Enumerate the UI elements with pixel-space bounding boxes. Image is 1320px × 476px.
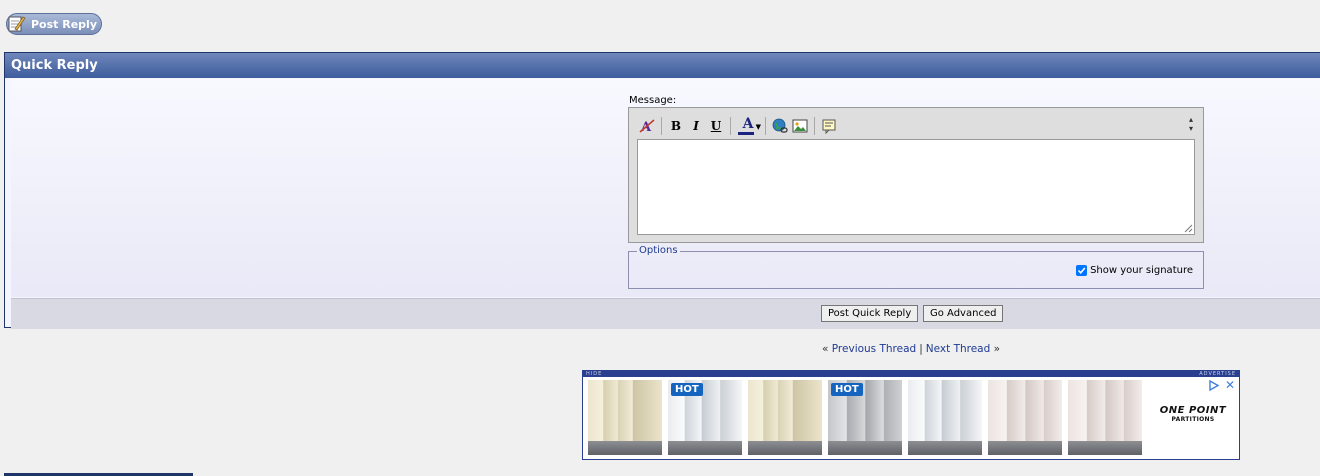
message-label: Message: bbox=[629, 95, 677, 106]
ad-product-image[interactable]: HOT bbox=[668, 380, 742, 455]
toolbar-divider bbox=[765, 117, 766, 135]
quick-reply-body: Message: A B I U A ▼ bbox=[11, 79, 1320, 297]
ad-logo-line2: PARTITIONS bbox=[1171, 416, 1215, 423]
post-reply-label: Post Reply bbox=[31, 17, 97, 31]
ad-image-floor bbox=[908, 441, 982, 455]
ad-product-image[interactable] bbox=[988, 380, 1062, 455]
ad-product-image[interactable] bbox=[748, 380, 822, 455]
toolbar-divider bbox=[661, 117, 662, 135]
post-quick-reply-button[interactable]: Post Quick Reply bbox=[821, 305, 919, 322]
post-reply-button[interactable]: Post Reply bbox=[6, 13, 102, 35]
previous-arrows: « bbox=[822, 343, 829, 355]
font-color-button[interactable]: A ▼ bbox=[735, 116, 761, 136]
resize-grip-icon[interactable] bbox=[1184, 224, 1193, 233]
ad-image-floor bbox=[828, 441, 902, 455]
ad-choices[interactable]: ✕ bbox=[1209, 379, 1235, 391]
toolbar-divider bbox=[814, 117, 815, 135]
ad-choices-icon[interactable] bbox=[1209, 379, 1219, 391]
nav-separator: | bbox=[919, 343, 923, 355]
ad-tiles: HOT HOT bbox=[588, 380, 1142, 455]
next-arrows: » bbox=[993, 343, 1001, 355]
ad-image-floor bbox=[668, 441, 742, 455]
remove-format-icon[interactable]: A bbox=[637, 116, 657, 136]
show-signature-checkbox[interactable] bbox=[1076, 265, 1088, 276]
hot-badge: HOT bbox=[671, 383, 703, 396]
ad-logo[interactable]: ONE POINT PARTITIONS bbox=[1155, 405, 1231, 423]
go-advanced-button[interactable]: Go Advanced bbox=[923, 305, 1004, 322]
options-fieldset: Options Show your signature bbox=[628, 245, 1204, 289]
ad-product-image[interactable] bbox=[908, 380, 982, 455]
close-icon[interactable]: ✕ bbox=[1225, 379, 1235, 391]
ad-banner[interactable]: HIDE ADVERTISE HOT HOT ONE POINT PARTITIO… bbox=[582, 370, 1240, 460]
show-signature-label: Show your signature bbox=[1090, 265, 1193, 276]
ad-topbar: HIDE ADVERTISE bbox=[583, 371, 1239, 377]
message-textarea[interactable] bbox=[637, 139, 1195, 235]
thread-navigation: « Previous Thread | Next Thread » bbox=[822, 343, 1000, 355]
quick-reply-footer: Post Quick Reply Go Advanced bbox=[11, 298, 1320, 329]
ad-advertise-link[interactable]: ADVERTISE bbox=[1199, 371, 1236, 377]
editor-toolbar: A B I U A ▼ bbox=[637, 114, 839, 138]
next-thread-link[interactable]: Next Thread bbox=[926, 343, 991, 355]
font-color-icon: A bbox=[742, 116, 754, 132]
ad-image-floor bbox=[988, 441, 1062, 455]
italic-button[interactable]: I bbox=[686, 116, 706, 136]
ad-product-image[interactable]: HOT bbox=[828, 380, 902, 455]
previous-thread-link[interactable]: Previous Thread bbox=[832, 343, 916, 355]
insert-quote-icon[interactable] bbox=[819, 116, 839, 136]
ad-product-image[interactable] bbox=[588, 380, 662, 455]
message-editor: A B I U A ▼ bbox=[628, 107, 1204, 243]
ad-image-floor bbox=[1068, 441, 1142, 455]
insert-link-icon[interactable] bbox=[770, 116, 790, 136]
toolbar-divider bbox=[730, 117, 731, 135]
chevron-down-icon: ▼ bbox=[755, 123, 761, 131]
ad-image-floor bbox=[588, 441, 662, 455]
pencil-paper-icon bbox=[5, 13, 27, 35]
font-color-swatch bbox=[738, 132, 754, 135]
ad-hide-link[interactable]: HIDE bbox=[586, 371, 602, 377]
ad-logo-line1: ONE POINT bbox=[1159, 405, 1227, 416]
quick-reply-title: Quick Reply bbox=[5, 53, 1320, 78]
resize-editor-icon[interactable]: ▴ ▾ bbox=[1189, 115, 1193, 133]
quick-reply-panel: Quick Reply Message: A B I U A ▼ bbox=[4, 52, 1320, 329]
insert-image-icon[interactable] bbox=[790, 116, 810, 136]
bold-button[interactable]: B bbox=[666, 116, 686, 136]
hot-badge: HOT bbox=[831, 383, 863, 396]
underline-button[interactable]: U bbox=[706, 116, 726, 136]
ad-product-image[interactable] bbox=[1068, 380, 1142, 455]
show-signature-option[interactable]: Show your signature bbox=[1076, 265, 1193, 276]
options-legend: Options bbox=[637, 245, 680, 256]
ad-image-floor bbox=[748, 441, 822, 455]
